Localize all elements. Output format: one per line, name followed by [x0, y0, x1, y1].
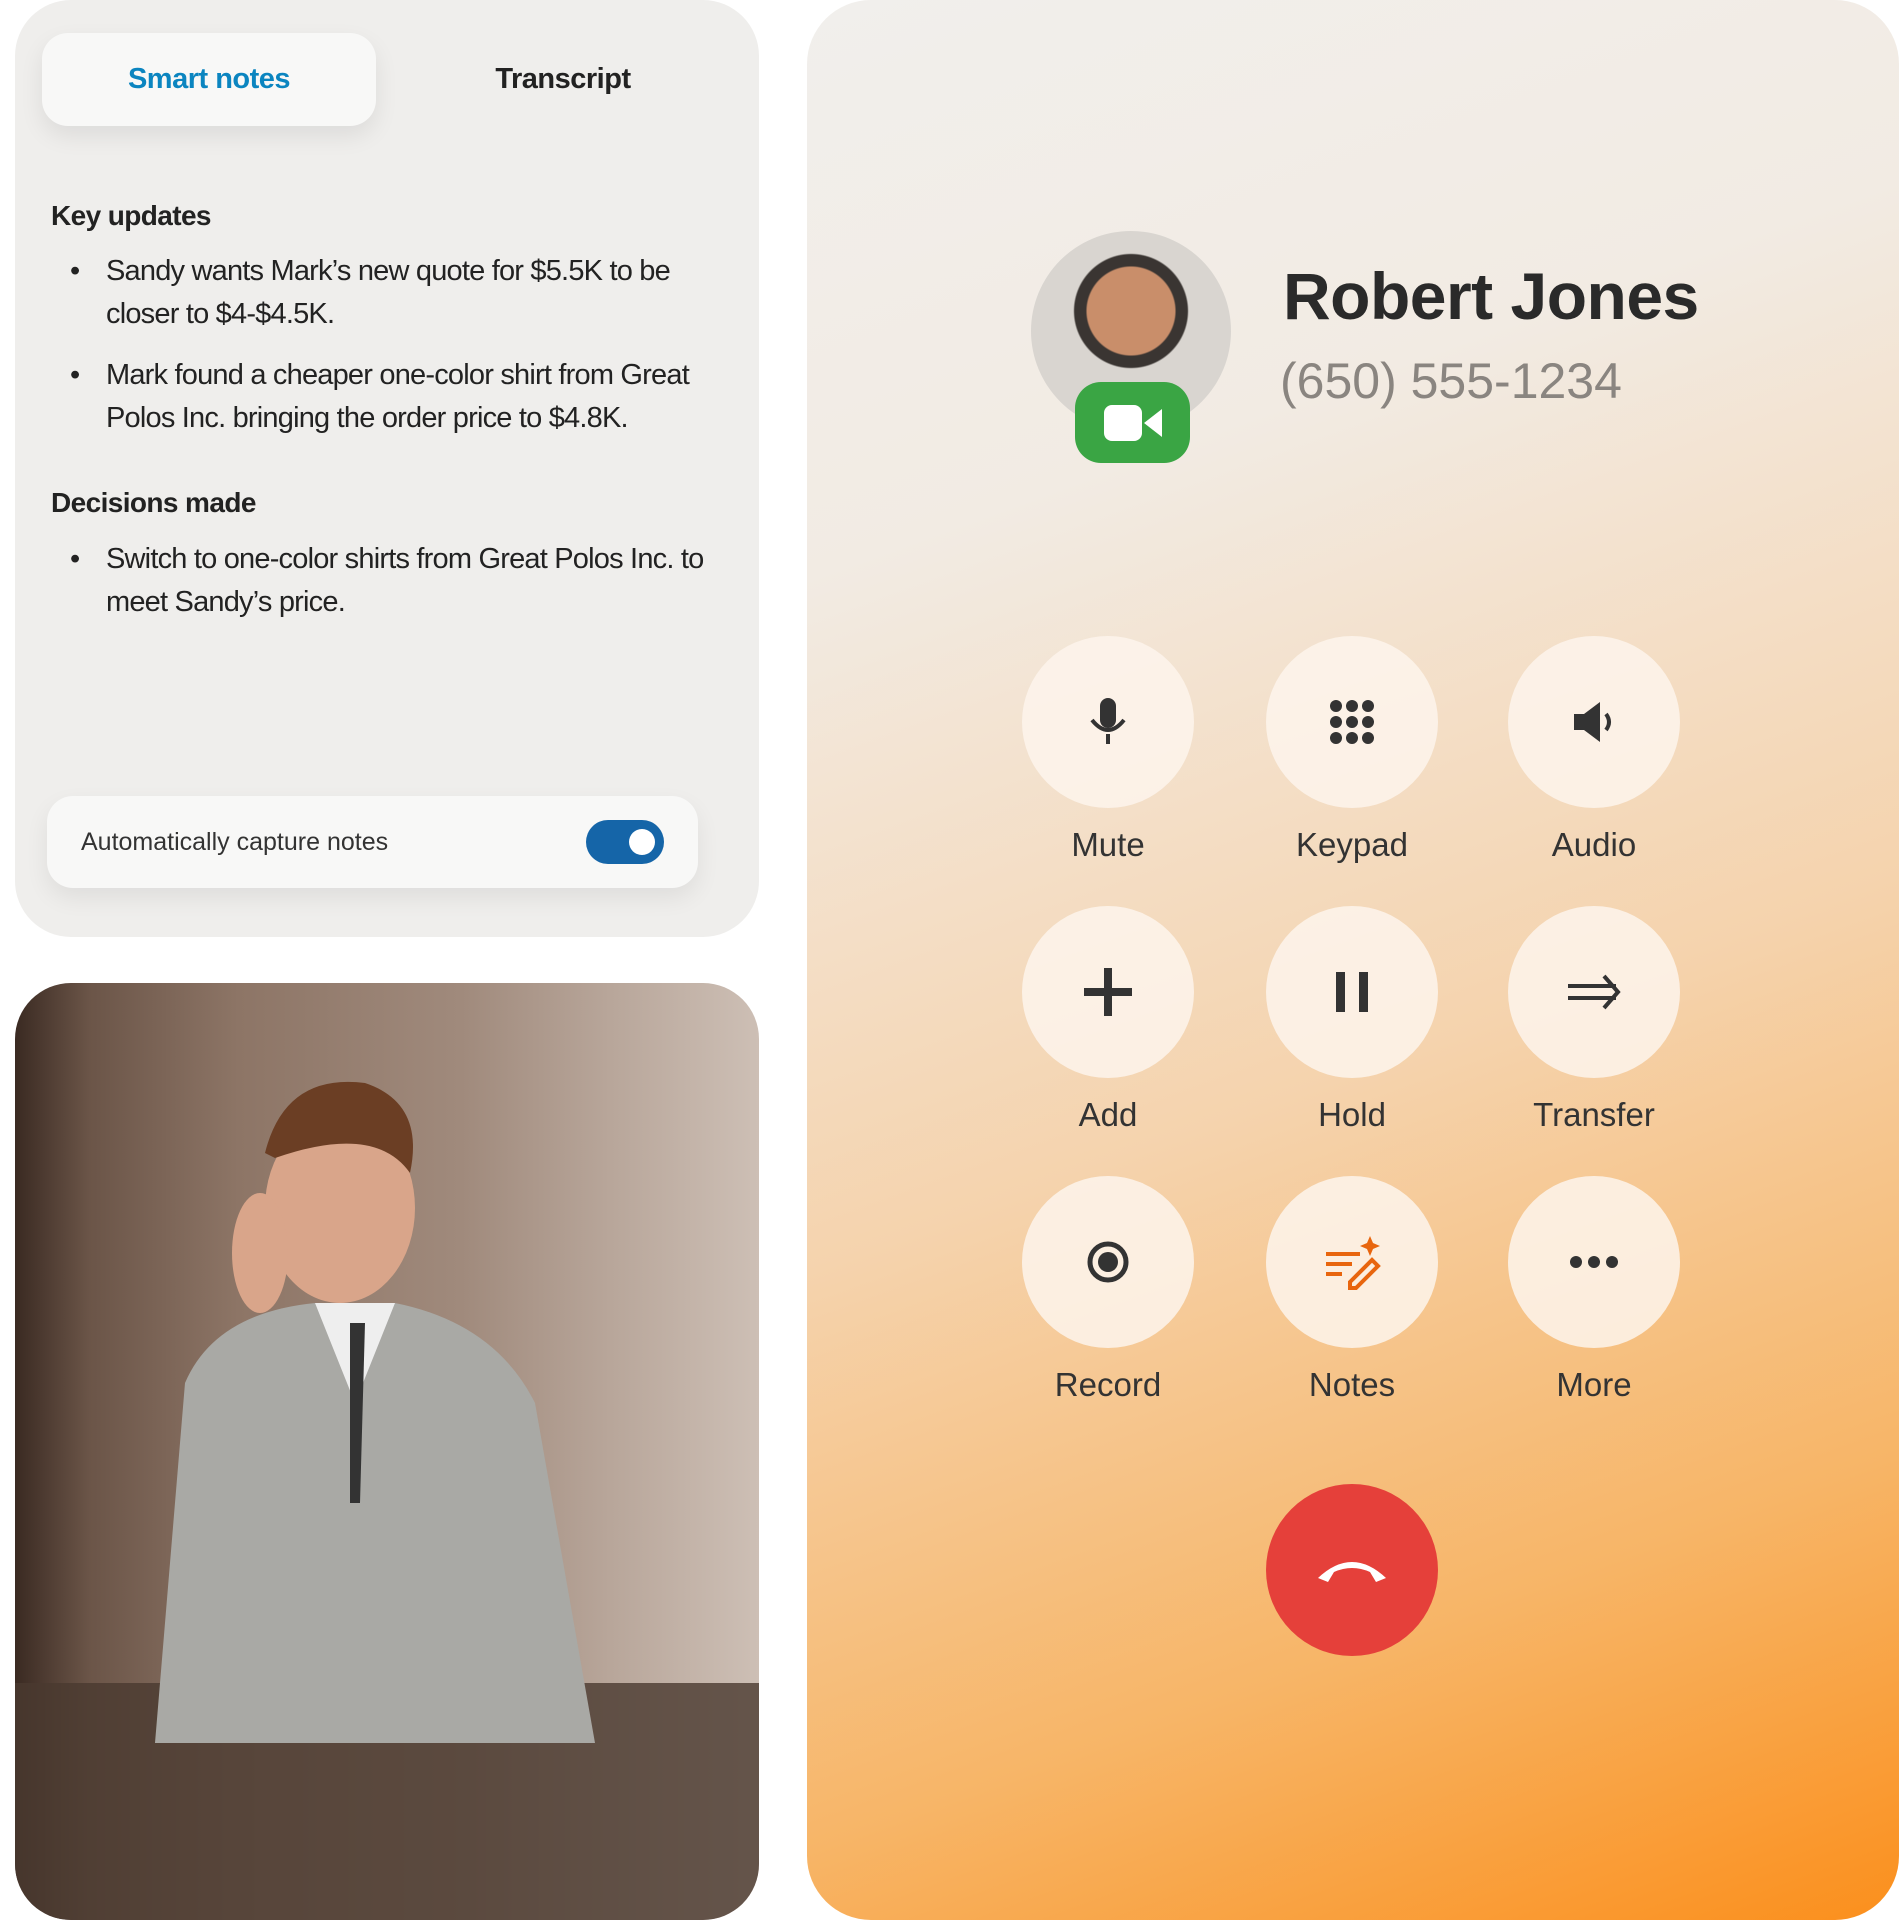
pause-icon	[1336, 972, 1368, 1012]
record-label: Record	[1054, 1366, 1162, 1403]
transfer-label: Transfer	[1533, 1096, 1655, 1133]
contact-phone: (650) 555-1234	[1280, 353, 1622, 409]
mute-button[interactable]	[1022, 636, 1194, 808]
record-button[interactable]	[1022, 1176, 1194, 1348]
add-label: Add	[1078, 1096, 1138, 1133]
audio-button[interactable]	[1508, 636, 1680, 808]
list-item: Sandy wants Mark’s new quote for $5.5K t…	[62, 250, 722, 336]
ai-notes-icon	[1326, 1236, 1381, 1290]
tab-transcript[interactable]: Transcript	[420, 33, 706, 126]
keypad-button[interactable]	[1266, 636, 1438, 808]
record-icon	[1087, 1241, 1129, 1283]
auto-capture-toggle[interactable]	[586, 820, 664, 864]
more-dots-icon	[1570, 1256, 1618, 1268]
more-label: More	[1556, 1366, 1632, 1403]
decisions-list: Switch to one-color shirts from Great Po…	[62, 538, 722, 642]
contact-name: Robert Jones	[1283, 259, 1699, 333]
plus-icon	[1084, 968, 1132, 1016]
keypad-icon	[1330, 700, 1374, 744]
add-button[interactable]	[1022, 906, 1194, 1078]
keypad-label: Keypad	[1296, 826, 1408, 863]
microphone-icon	[1090, 698, 1126, 744]
list-item: Switch to one-color shirts from Great Po…	[62, 538, 722, 624]
end-call-button[interactable]	[1266, 1484, 1438, 1656]
hold-label: Hold	[1318, 1096, 1386, 1133]
notes-label: Notes	[1308, 1366, 1396, 1403]
tab-smart-notes[interactable]: Smart notes	[42, 33, 376, 126]
more-button[interactable]	[1508, 1176, 1680, 1348]
auto-capture-row: Automatically capture notes	[47, 796, 698, 888]
speaker-icon	[1574, 702, 1611, 742]
hang-up-icon	[1318, 1562, 1386, 1582]
arrow-right-icon	[1568, 974, 1621, 1010]
audio-label: Audio	[1551, 826, 1637, 863]
list-item: Mark found a cheaper one-color shirt fro…	[62, 354, 722, 440]
hold-button[interactable]	[1266, 906, 1438, 1078]
video-camera-icon[interactable]	[1075, 382, 1190, 463]
transfer-button[interactable]	[1508, 906, 1680, 1078]
section-title-key-updates: Key updates	[51, 200, 212, 231]
section-title-decisions: Decisions made	[51, 487, 256, 518]
photo-man-on-phone	[15, 983, 759, 1920]
key-updates-list: Sandy wants Mark’s new quote for $5.5K t…	[62, 250, 722, 458]
mute-label: Mute	[1071, 826, 1145, 863]
notes-button[interactable]	[1266, 1176, 1438, 1348]
auto-capture-label: Automatically capture notes	[81, 827, 389, 856]
